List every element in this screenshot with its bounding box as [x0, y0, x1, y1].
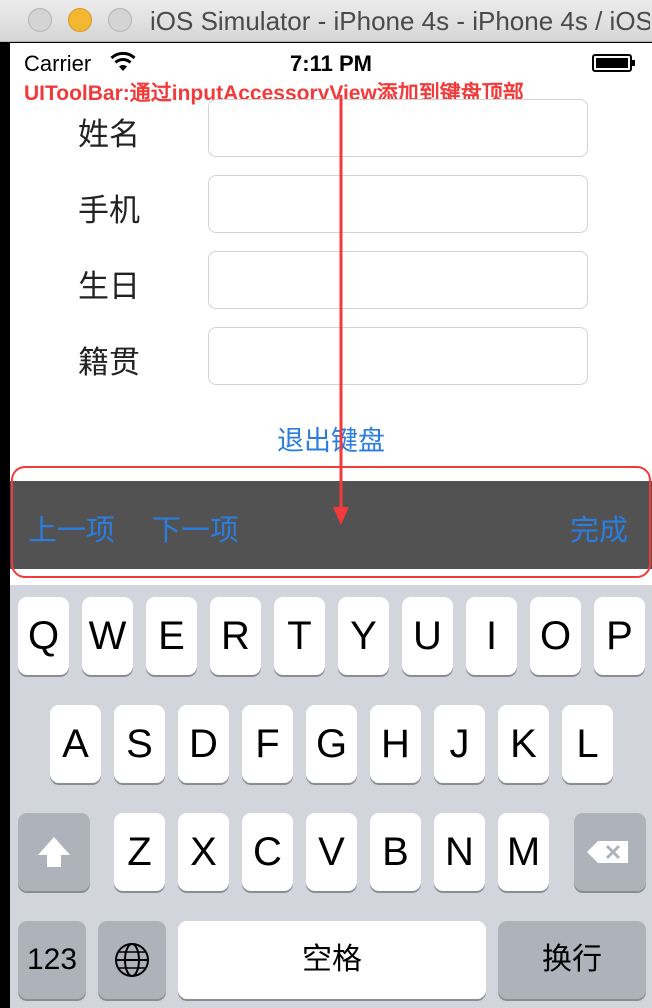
key-k[interactable]: K [498, 705, 549, 783]
key-z[interactable]: Z [114, 813, 165, 891]
key-u[interactable]: U [402, 597, 453, 675]
globe-icon [115, 943, 149, 977]
key-g[interactable]: G [306, 705, 357, 783]
key-l[interactable]: L [562, 705, 613, 783]
shift-arrow-icon [38, 837, 70, 867]
key-b[interactable]: B [370, 813, 421, 891]
key-h[interactable]: H [370, 705, 421, 783]
shift-key[interactable] [18, 813, 90, 891]
status-time: 7:11 PM [290, 51, 372, 76]
key-a[interactable]: A [50, 705, 101, 783]
key-n[interactable]: N [434, 813, 485, 891]
key-i[interactable]: I [466, 597, 517, 675]
hometown-label: 籍贯 [78, 345, 140, 381]
simulator-screen: Carrier 7:11 PM UIToolBar:通过inputAccesso… [10, 43, 652, 1008]
key-t[interactable]: T [274, 597, 325, 675]
battery-icon [592, 54, 635, 72]
done-button[interactable]: 完成 [570, 507, 628, 549]
key-j[interactable]: J [434, 705, 485, 783]
hometown-field[interactable] [208, 327, 588, 385]
phone-label: 手机 [78, 193, 140, 229]
key-s[interactable]: S [114, 705, 165, 783]
name-label: 姓名 [78, 117, 140, 153]
previous-item-button[interactable]: 上一项 [28, 507, 115, 549]
next-item-button[interactable]: 下一项 [152, 507, 239, 549]
key-r[interactable]: R [210, 597, 261, 675]
birthday-label: 生日 [78, 269, 140, 305]
return-key[interactable]: 换行 [498, 921, 646, 999]
numbers-key[interactable]: 123 [18, 921, 86, 999]
window-zoom-button[interactable] [108, 8, 132, 32]
window-title: iOS Simulator - iPhone 4s - iPhone 4s / … [150, 6, 650, 36]
birthday-field[interactable] [208, 251, 588, 309]
key-p[interactable]: P [594, 597, 645, 675]
annotation-arrow-icon [333, 95, 349, 525]
key-x[interactable]: X [178, 813, 229, 891]
key-q[interactable]: Q [18, 597, 69, 675]
key-v[interactable]: V [306, 813, 357, 891]
key-o[interactable]: O [530, 597, 581, 675]
key-c[interactable]: C [242, 813, 293, 891]
key-m[interactable]: M [498, 813, 549, 891]
key-d[interactable]: D [178, 705, 229, 783]
name-field[interactable] [208, 99, 588, 157]
key-f[interactable]: F [242, 705, 293, 783]
window-close-button[interactable] [28, 8, 52, 32]
phone-field[interactable] [208, 175, 588, 233]
delete-key[interactable] [574, 813, 646, 891]
backspace-icon [587, 841, 628, 863]
key-e[interactable]: E [146, 597, 197, 675]
window-titlebar: iOS Simulator - iPhone 4s - iPhone 4s / … [0, 0, 652, 42]
space-key[interactable]: 空格 [178, 921, 486, 999]
keyboard: Q W E R T Y U I O P A S D F G H J K L Z … [10, 585, 652, 1008]
key-w[interactable]: W [82, 597, 133, 675]
key-y[interactable]: Y [338, 597, 389, 675]
globe-key[interactable] [98, 921, 166, 999]
window-minimize-button[interactable] [68, 8, 92, 32]
